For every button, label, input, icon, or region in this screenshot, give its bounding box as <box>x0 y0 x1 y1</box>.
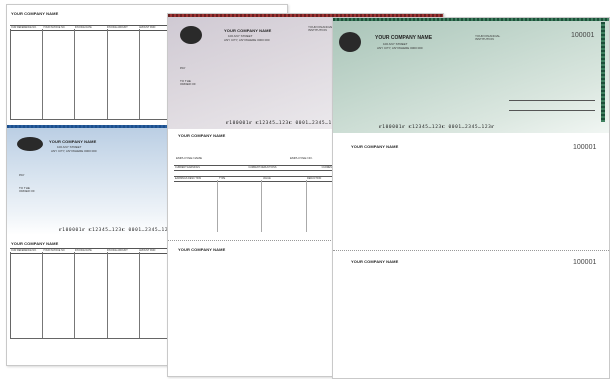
green-perforation <box>333 250 609 251</box>
green-bank-name: YOUR FINANCIAL INSTITUTION <box>475 34 501 41</box>
green-stub2-company-name: YOUR COMPANY NAME <box>351 259 399 264</box>
blue-pay-label: PAY <box>19 173 25 177</box>
blue-order-label: TO THE ORDER OF <box>19 186 35 193</box>
middle-lower-company-name: YOUR COMPANY NAME <box>178 247 226 252</box>
green-top-border <box>333 18 609 21</box>
green-stub1-company-name: YOUR COMPANY NAME <box>351 144 399 149</box>
grey-micr-line: ⑈100001⑈ ⑆12345⑉123⑆ 0001⑉2345⑉123⑈ <box>226 121 342 126</box>
green-side-border <box>601 22 605 122</box>
green-company-name: YOUR COMPANY NAME <box>375 35 433 41</box>
green-micr-line: ⑈100001⑈ ⑆12345⑉123⑆ 0001⑉2345⑉123⑈ <box>379 125 495 130</box>
top-stub-grid <box>10 29 172 120</box>
grey-address-2: ANY CITY, ANYWHERE 0000 000 <box>224 38 270 42</box>
top-stub-company-name: YOUR COMPANY NAME <box>11 11 59 16</box>
middle-stub-company-name: YOUR COMPANY NAME <box>178 133 226 138</box>
green-stub1-check-number: 100001 <box>573 144 597 151</box>
blue-logo-icon <box>17 137 43 151</box>
green-check-sheet: YOUR COMPANY NAME 100 ANY STREET ANY CIT… <box>332 17 610 379</box>
green-check: YOUR COMPANY NAME 100 ANY STREET ANY CIT… <box>333 18 609 133</box>
bottom-stub-grid <box>10 252 172 339</box>
employee-name-label: EMPLOYEE NAME <box>176 156 203 160</box>
green-check-number: 100001 <box>571 32 595 39</box>
bottom-stub-company-name: YOUR COMPANY NAME <box>11 241 59 246</box>
grey-logo-icon <box>180 26 202 44</box>
blue-address-2: ANY CITY, ANYWHERE 0000 000 <box>51 149 97 153</box>
green-signature-line-2 <box>509 110 595 111</box>
grey-order-label: TO THE ORDER OF <box>180 79 196 86</box>
green-address-2: ANY CITY, ANYWHERE 0000 000 <box>377 46 423 50</box>
green-logo-icon <box>339 32 361 52</box>
green-stub2-check-number: 100001 <box>573 259 597 266</box>
employee-no-label: EMPLOYEE NO. <box>290 156 313 160</box>
grey-pay-label: PAY <box>180 66 186 70</box>
blue-micr-line: ⑈100001⑈ ⑆12345⑉123⑆ 0001⑉2345⑉123⑈ <box>59 228 175 233</box>
grey-company-name: YOUR COMPANY NAME <box>224 28 272 33</box>
green-signature-line-1 <box>509 100 595 101</box>
blue-company-name: YOUR COMPANY NAME <box>49 139 97 144</box>
